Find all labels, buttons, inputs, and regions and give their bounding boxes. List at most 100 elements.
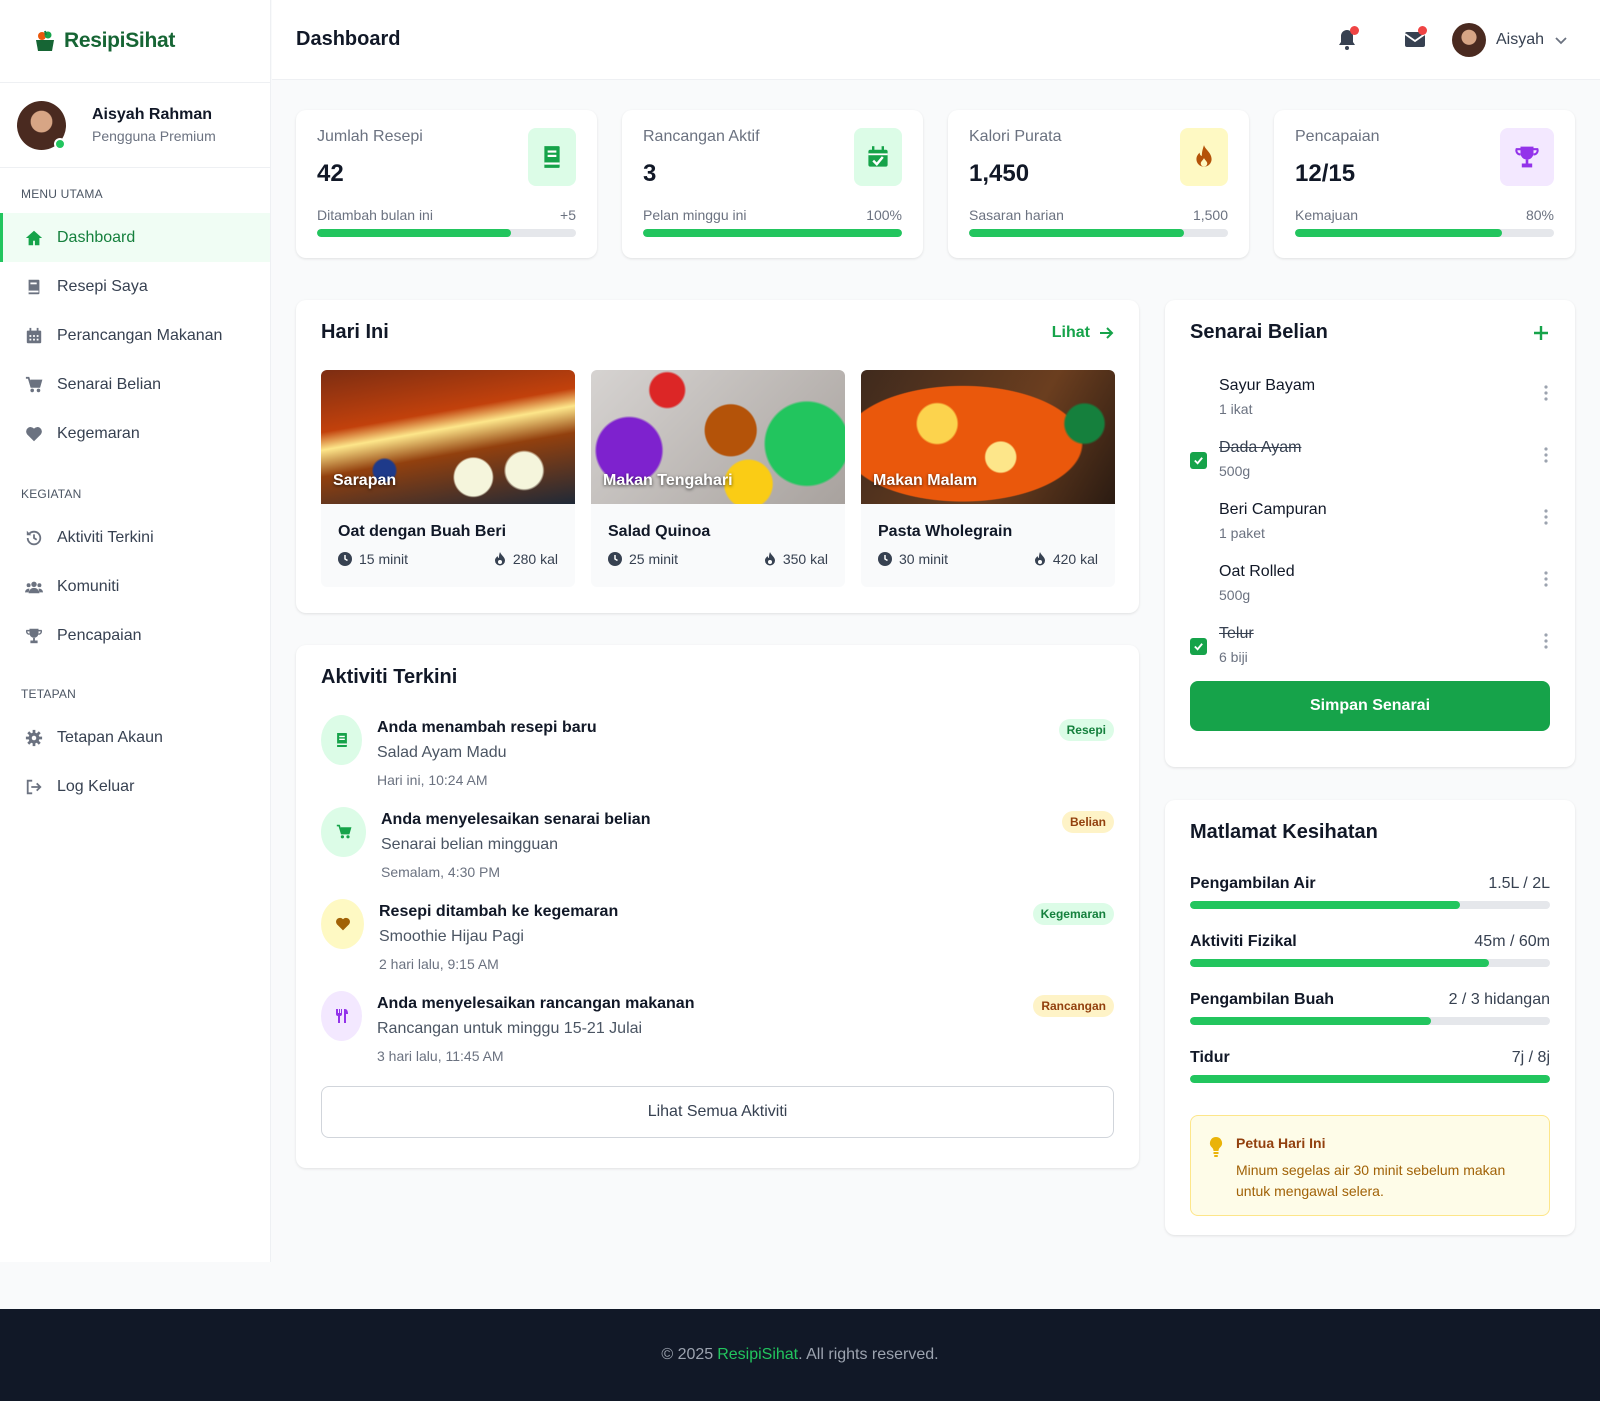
view-today-link[interactable]: Lihat	[1052, 324, 1114, 342]
goal-item: Pengambilan Air 1.5L / 2L	[1190, 875, 1550, 909]
stat-progress-bar	[969, 229, 1228, 237]
notification-button[interactable]	[1334, 26, 1360, 52]
calendar-icon	[26, 327, 42, 343]
sidebar-item-log-keluar[interactable]: Log Keluar	[0, 762, 270, 811]
heart-icon	[335, 917, 350, 931]
sidebar-item-label: Kegemaran	[57, 424, 140, 442]
stat-card-jumlah-resepi: Jumlah Resepi 42 Ditambah bulan ini +5	[296, 110, 597, 258]
shopping-item-qty: 1 paket	[1219, 525, 1265, 541]
add-item-button[interactable]	[1533, 325, 1549, 341]
activity-subtitle: Salad Ayam Madu	[377, 744, 507, 761]
item-checkbox[interactable]	[1190, 390, 1207, 407]
chevron-down-icon	[1555, 37, 1567, 45]
stat-foot-value: +5	[560, 207, 576, 223]
sidebar-item-senarai-belian[interactable]: Senarai Belian	[0, 360, 270, 409]
fire-icon	[764, 552, 775, 566]
shopping-list-card: Senarai Belian Sayur Bayam 1 ikat Dada A…	[1165, 300, 1575, 767]
view-all-activity-button[interactable]: Lihat Semua Aktiviti	[321, 1086, 1114, 1138]
activity-icon	[321, 807, 366, 857]
goal-progress-bar	[1190, 1017, 1550, 1025]
activity-subtitle: Rancangan untuk minggu 15-21 Julai	[377, 1020, 643, 1037]
sidebar-item-dashboard[interactable]: Dashboard	[0, 213, 270, 262]
avatar	[17, 100, 66, 150]
cart-icon	[336, 824, 351, 839]
meal-meta: 30 minit 420 kal	[878, 551, 1098, 567]
activity-title: Anda menyelesaikan rancangan makanan	[377, 995, 695, 1012]
shopping-item[interactable]: Sayur Bayam 1 ikat	[1190, 375, 1550, 433]
item-checkbox[interactable]	[1190, 576, 1207, 593]
activity-icon	[321, 899, 364, 949]
sidebar-item-aktiviti-terkini[interactable]: Aktiviti Terkini	[0, 513, 270, 562]
page-title: Dashboard	[296, 28, 401, 50]
goal-progress-fill	[1190, 1075, 1550, 1083]
profile-card: Aisyah Rahman Pengguna Premium	[0, 83, 270, 168]
more-options-icon[interactable]	[1544, 633, 1548, 649]
sidebar-item-perancangan-makanan[interactable]: Perancangan Makanan	[0, 311, 270, 360]
goal-label: Pengambilan Buah	[1190, 991, 1335, 1008]
item-checkbox[interactable]	[1190, 638, 1207, 655]
goal-progress-bar	[1190, 901, 1550, 909]
daily-tip: Petua Hari Ini Minum segelas air 30 mini…	[1190, 1115, 1550, 1216]
goal-value: 1.5L / 2L	[1488, 875, 1550, 892]
shopping-item[interactable]: Oat Rolled 500g	[1190, 561, 1550, 619]
shopping-item[interactable]: Beri Campuran 1 paket	[1190, 499, 1550, 557]
stat-footer: Pelan minggu ini 100%	[643, 207, 902, 223]
card-title: Matlamat Kesihatan	[1190, 821, 1378, 843]
shopping-item-qty: 1 ikat	[1219, 401, 1253, 417]
meal-image: Makan Tengahari	[591, 370, 845, 504]
footer: © 2025 ResipiSihat . All rights reserved…	[0, 1309, 1600, 1401]
activity-item[interactable]: Anda menyelesaikan senarai belian Senara…	[321, 807, 1114, 885]
meal-card-malam[interactable]: Makan Malam Pasta Wholegrain 30 minit 42…	[861, 370, 1115, 587]
section-title: TETAPAN	[21, 687, 76, 701]
stat-card-rancangan-aktif: Rancangan Aktif 3 Pelan minggu ini 100%	[622, 110, 923, 258]
sidebar-item-label: Komuniti	[57, 577, 120, 595]
stat-label: Kalori Purata	[969, 128, 1062, 145]
sidebar-item-kegemaran[interactable]: Kegemaran	[0, 409, 270, 458]
more-options-icon[interactable]	[1544, 385, 1548, 401]
stat-progress-bar	[1295, 229, 1554, 237]
brand-name: ResipiSihat	[64, 29, 176, 52]
card-title: Hari Ini	[321, 321, 389, 343]
utensils-icon	[335, 1009, 348, 1023]
arrow-right-icon	[1100, 327, 1114, 339]
goal-label: Tidur	[1190, 1049, 1230, 1066]
activity-item[interactable]: Anda menyelesaikan rancangan makanan Ran…	[321, 991, 1114, 1069]
sidebar-item-label: Tetapan Akaun	[57, 728, 163, 746]
item-checkbox[interactable]	[1190, 514, 1207, 531]
user-menu[interactable]: Aisyah	[1452, 22, 1568, 58]
shopping-item[interactable]: Dada Ayam 500g	[1190, 437, 1550, 495]
sidebar-item-label: Senarai Belian	[57, 375, 162, 393]
save-list-button[interactable]: Simpan Senarai	[1190, 681, 1550, 731]
activity-time: Semalam, 4:30 PM	[381, 864, 501, 880]
sidebar-item-resepi-saya[interactable]: Resepi Saya	[0, 262, 270, 311]
activity-title: Anda menyelesaikan senarai belian	[381, 811, 651, 828]
stat-icon-box	[528, 128, 576, 186]
item-checkbox[interactable]	[1190, 452, 1207, 469]
top-bar: Dashboard Aisyah	[272, 0, 1600, 80]
activity-time: 2 hari lalu, 9:15 AM	[379, 956, 499, 972]
stat-value: 42	[317, 160, 344, 187]
rights-text: . All rights reserved.	[798, 1346, 939, 1363]
activity-item[interactable]: Resepi ditambah ke kegemaran Smoothie Hi…	[321, 899, 1114, 977]
clock-icon	[608, 552, 622, 566]
activity-item[interactable]: Anda menambah resepi baru Salad Ayam Mad…	[321, 715, 1114, 793]
meal-card-sarapan[interactable]: Sarapan Oat dengan Buah Beri 15 minit 28…	[321, 370, 575, 587]
sidebar-item-pencapaian[interactable]: Pencapaian	[0, 611, 270, 660]
messages-button[interactable]	[1402, 26, 1428, 52]
activity-badge: Kegemaran	[1032, 903, 1114, 925]
shopping-item[interactable]: Telur 6 biji	[1190, 623, 1550, 681]
meal-card-tengahari[interactable]: Makan Tengahari Salad Quinoa 25 minit 35…	[591, 370, 845, 587]
more-options-icon[interactable]	[1544, 447, 1548, 463]
goal-progress-fill	[1190, 901, 1460, 909]
more-options-icon[interactable]	[1544, 571, 1548, 587]
more-options-icon[interactable]	[1544, 509, 1548, 525]
sidebar-item-tetapan-akaun[interactable]: Tetapan Akaun	[0, 713, 270, 762]
shopping-item-name: Dada Ayam	[1219, 439, 1302, 456]
shopping-item-name: Telur	[1219, 625, 1254, 642]
footer-brand-link[interactable]: ResipiSihat	[717, 1346, 798, 1364]
sidebar-item-komuniti[interactable]: Komuniti	[0, 562, 270, 611]
book-icon	[336, 733, 347, 747]
brand[interactable]: ResipiSihat	[0, 0, 270, 83]
home-icon	[25, 230, 43, 245]
stat-foot-value: 100%	[866, 207, 902, 223]
